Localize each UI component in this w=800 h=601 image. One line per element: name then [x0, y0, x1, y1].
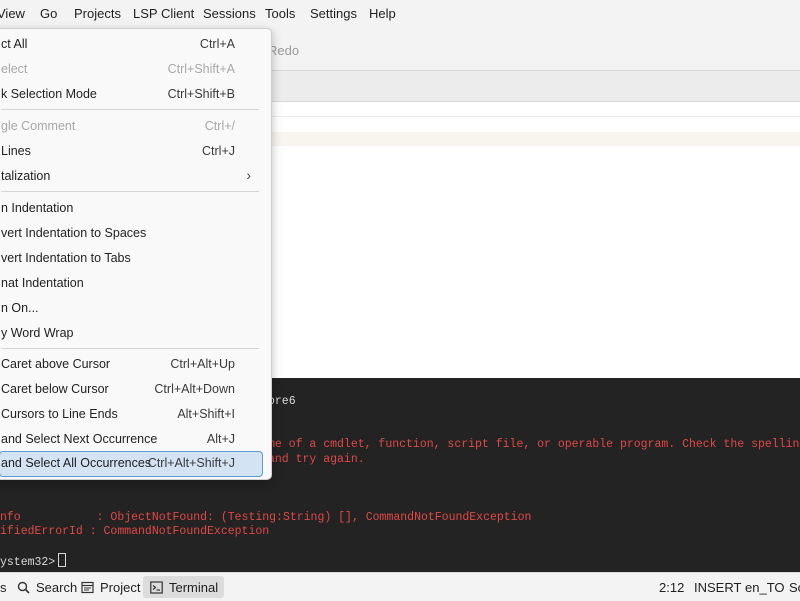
redo-button[interactable]: Redo: [268, 43, 299, 58]
menu-item-shortcut: Ctrl+Alt+Down: [154, 382, 235, 396]
menu-item-shortcut: Ctrl+/: [204, 119, 235, 133]
terminal-prompt-text: ystem32>: [0, 556, 56, 569]
menu-sessions[interactable]: Sessions: [203, 6, 256, 21]
menu-item-shortcut: Ctrl+Alt+Shift+J: [147, 456, 235, 470]
menu-item-label: and Select All Occurrences: [1, 456, 152, 470]
menu-item-apply-word-wrap[interactable]: y Word Wrap: [1, 321, 263, 345]
menu-item-capitalization[interactable]: talization ›: [1, 164, 263, 188]
menu-item-label: Cursors to Line Ends: [1, 407, 118, 421]
menu-item-label: and Select Next Occurrence: [1, 432, 158, 446]
menu-item-label: y Word Wrap: [1, 326, 74, 340]
menu-item-shortcut: Ctrl+A: [199, 37, 235, 51]
menu-item-add-caret-above[interactable]: Caret above Cursor Ctrl+Alt+Up: [1, 352, 263, 376]
menu-item-deselect[interactable]: elect Ctrl+Shift+A: [1, 57, 263, 81]
input-mode[interactable]: INSERT: [694, 580, 741, 595]
tool-tab-project[interactable]: Project: [74, 576, 146, 598]
terminal-line: ore6: [268, 395, 296, 408]
menu-item-label: Caret below Cursor: [1, 382, 109, 396]
menu-item-label: k Selection Mode: [1, 87, 97, 101]
menu-item-clean-indentation[interactable]: n Indentation: [1, 196, 263, 220]
menu-item-shortcut: Ctrl+J: [202, 144, 235, 158]
menu-item-align-on[interactable]: n On...: [1, 296, 263, 320]
menu-bar: View Go Projects LSP Client Sessions Too…: [0, 0, 800, 28]
menu-item-add-caret-below[interactable]: Caret below Cursor Ctrl+Alt+Down: [1, 377, 263, 401]
menu-item-label: elect: [1, 62, 28, 76]
edit-menu-dropdown: ct All Ctrl+A elect Ctrl+Shift+A k Selec…: [0, 28, 272, 480]
terminal-line: me of a cmdlet, function, script file, o…: [268, 438, 800, 451]
menu-item-shortcut: Alt+Shift+I: [177, 407, 235, 421]
menu-tools[interactable]: Tools: [265, 6, 295, 21]
menu-item-toggle-comment[interactable]: gle Comment Ctrl+/: [1, 114, 263, 138]
redo-label: Redo: [268, 43, 300, 58]
menu-view[interactable]: View: [0, 6, 25, 21]
terminal-line: and try again.: [268, 453, 365, 466]
menu-lsp-client[interactable]: LSP Client: [133, 6, 194, 21]
status-extra[interactable]: So: [789, 580, 800, 595]
chevron-right-icon: ›: [246, 167, 251, 183]
tool-tab-label: s: [0, 579, 7, 595]
menu-separator: [1, 348, 259, 349]
menu-item-label: Lines: [1, 144, 31, 158]
menu-item-cursors-to-line-ends[interactable]: Cursors to Line Ends Alt+Shift+I: [1, 402, 263, 426]
spellcheck-language[interactable]: en_TO: [745, 580, 785, 595]
menu-help[interactable]: Help: [369, 6, 396, 21]
terminal-cursor: [58, 553, 67, 567]
menu-separator: [1, 109, 259, 110]
menu-item-convert-indentation-spaces[interactable]: vert Indentation to Spaces: [1, 221, 263, 245]
tool-tab-search[interactable]: Search: [10, 576, 83, 598]
menu-item-label: n On...: [1, 301, 39, 315]
menu-item-select-all[interactable]: ct All Ctrl+A: [1, 32, 263, 56]
tool-tab-terminal[interactable]: Terminal: [143, 576, 225, 598]
menu-item-shortcut: Ctrl+Shift+B: [167, 87, 235, 101]
menu-item-label: Caret above Cursor: [1, 357, 111, 371]
terminal-line: ifiedErrorId : CommandNotFoundException: [0, 525, 270, 538]
menu-item-format-indentation[interactable]: nat Indentation: [1, 271, 263, 295]
menu-item-shortcut: Ctrl+Alt+Up: [170, 357, 235, 371]
cursor-position[interactable]: 2:12: [659, 580, 684, 595]
terminal-line: nfo : ObjectNotFound: (Testing:String) […: [0, 511, 532, 524]
menu-item-label: vert Indentation to Spaces: [1, 226, 147, 240]
project-icon: [80, 580, 94, 594]
menu-item-shortcut: Alt+J: [206, 432, 235, 446]
menu-separator: [1, 191, 259, 192]
tool-tab-label: Terminal: [169, 579, 219, 595]
search-icon: [16, 580, 30, 594]
terminal-icon: [149, 580, 163, 594]
menu-item-block-selection-mode[interactable]: k Selection Mode Ctrl+Shift+B: [1, 82, 263, 106]
menu-item-select-all-occurrences[interactable]: and Select All Occurrences Ctrl+Alt+Shif…: [0, 451, 263, 477]
menu-item-shortcut: Ctrl+Shift+A: [167, 62, 235, 76]
tool-tab-label: Search: [36, 579, 78, 595]
menu-item-label: talization: [1, 169, 51, 183]
tool-tab-label: Project: [100, 579, 141, 595]
menu-item-label: vert Indentation to Tabs: [1, 251, 131, 265]
menu-item-label: ct All: [1, 37, 28, 51]
menu-go[interactable]: Go: [40, 6, 57, 21]
menu-item-convert-indentation-tabs[interactable]: vert Indentation to Tabs: [1, 246, 263, 270]
menu-item-label: n Indentation: [1, 201, 74, 215]
terminal-prompt: ystem32>: [0, 553, 67, 569]
menu-item-join-lines[interactable]: Lines Ctrl+J: [1, 139, 263, 163]
menu-projects[interactable]: Projects: [74, 6, 121, 21]
menu-item-select-next-occurrence[interactable]: and Select Next Occurrence Alt+J: [1, 427, 263, 451]
status-bar: s Search Project Terminal 2:12 INSERT en…: [0, 572, 800, 601]
menu-item-label: nat Indentation: [1, 276, 84, 290]
menu-item-label: gle Comment: [1, 119, 76, 133]
menu-settings[interactable]: Settings: [310, 6, 357, 21]
